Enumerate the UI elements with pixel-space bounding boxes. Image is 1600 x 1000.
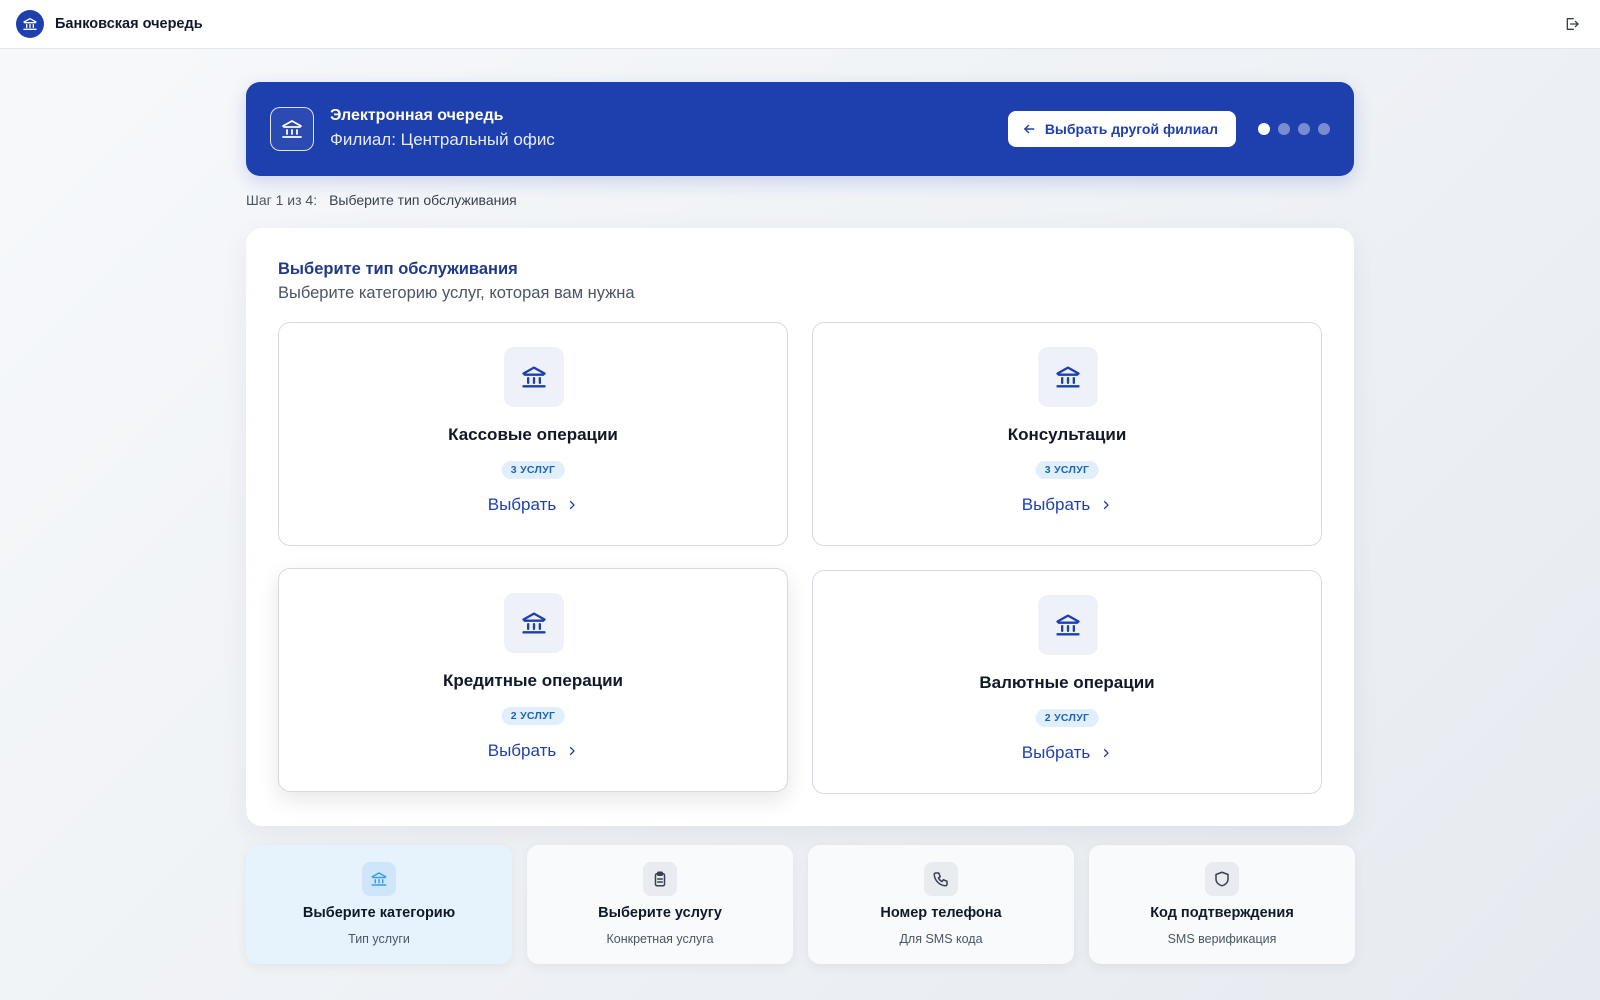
step-card-category[interactable]: Выберите категорию Тип услуги (246, 845, 512, 964)
step-dot (1278, 123, 1290, 135)
step-dots (1250, 123, 1330, 135)
category-title: Валютные операции (979, 673, 1155, 692)
services-count-badge: 3 УСЛУГ (1035, 461, 1099, 479)
clipboard-icon (643, 862, 677, 896)
choose-link[interactable]: Выбрать (813, 743, 1321, 763)
bank-icon (504, 593, 564, 653)
choose-link[interactable]: Выбрать (279, 741, 787, 761)
step-counter: Шаг 1 из 4: (246, 192, 318, 208)
step-card-phone[interactable]: Номер телефона Для SMS кода (808, 845, 1074, 964)
category-title: Кассовые операции (448, 425, 618, 444)
change-branch-button[interactable]: Выбрать другой филиал (1007, 111, 1236, 147)
app-title: Банковская очередь (55, 16, 203, 32)
step-dot (1258, 123, 1270, 135)
step-title: Код подтверждения (1150, 905, 1294, 921)
chevron-right-icon (1100, 747, 1112, 759)
step-subtitle: SMS верификация (1167, 932, 1277, 946)
choose-label: Выбрать (1021, 743, 1091, 762)
choose-link[interactable]: Выбрать (279, 495, 787, 515)
top-bar: Банковская очередь (0, 0, 1600, 49)
chevron-right-icon (566, 499, 578, 511)
shield-icon (1205, 862, 1239, 896)
panel-title: Выберите тип обслуживания (278, 260, 518, 278)
choose-label: Выбрать (487, 495, 557, 514)
chevron-right-icon (566, 745, 578, 757)
category-card-cash[interactable]: Кассовые операции 3 УСЛУГ Выбрать (278, 322, 788, 546)
step-dot (1298, 123, 1310, 135)
step-title: Номер телефона (880, 905, 1002, 921)
step-card-service[interactable]: Выберите услугу Конкретная услуга (527, 845, 793, 964)
arrow-left-icon (1022, 122, 1036, 136)
step-indicator: Шаг 1 из 4: Выберите тип обслуживания (246, 192, 517, 208)
step-subtitle: Для SMS кода (899, 932, 983, 946)
step-name: Выберите тип обслуживания (329, 192, 517, 208)
step-subtitle: Тип услуги (348, 932, 410, 946)
choose-label: Выбрать (1021, 495, 1091, 514)
branch-name: Филиал: Центральный офис (330, 130, 555, 149)
step-dot (1318, 123, 1330, 135)
bank-icon (504, 347, 564, 407)
change-branch-label: Выбрать другой филиал (1044, 121, 1218, 137)
category-card-consult[interactable]: Консультации 3 УСЛУГ Выбрать (812, 322, 1322, 546)
panel-subtitle: Выберите категорию услуг, которая вам ну… (278, 284, 635, 302)
queue-banner: Электронная очередь Филиал: Центральный … (246, 82, 1354, 176)
queue-title: Электронная очередь (330, 107, 504, 124)
services-count-badge: 2 УСЛУГ (501, 707, 565, 725)
service-type-panel: Выберите тип обслуживания Выберите катег… (246, 228, 1354, 826)
logout-icon[interactable] (1564, 16, 1582, 34)
step-card-code[interactable]: Код подтверждения SMS верификация (1089, 845, 1355, 964)
category-title: Консультации (1007, 425, 1127, 444)
bank-icon (1038, 347, 1098, 407)
services-count-badge: 2 УСЛУГ (1035, 709, 1099, 727)
bank-icon (362, 862, 396, 896)
choose-link[interactable]: Выбрать (813, 495, 1321, 515)
services-count-badge: 3 УСЛУГ (501, 461, 565, 479)
bank-icon (1038, 595, 1098, 655)
step-subtitle: Конкретная услуга (606, 932, 714, 946)
step-title: Выберите услугу (598, 905, 722, 921)
chevron-right-icon (1100, 499, 1112, 511)
choose-label: Выбрать (487, 741, 557, 760)
category-card-credit[interactable]: Кредитные операции 2 УСЛУГ Выбрать (278, 568, 788, 792)
step-title: Выберите категорию (302, 905, 456, 921)
bank-icon (16, 10, 44, 38)
category-title: Кредитные операции (442, 671, 624, 690)
phone-icon (924, 862, 958, 896)
category-card-currency[interactable]: Валютные операции 2 УСЛУГ Выбрать (812, 570, 1322, 794)
bank-icon (270, 107, 314, 151)
